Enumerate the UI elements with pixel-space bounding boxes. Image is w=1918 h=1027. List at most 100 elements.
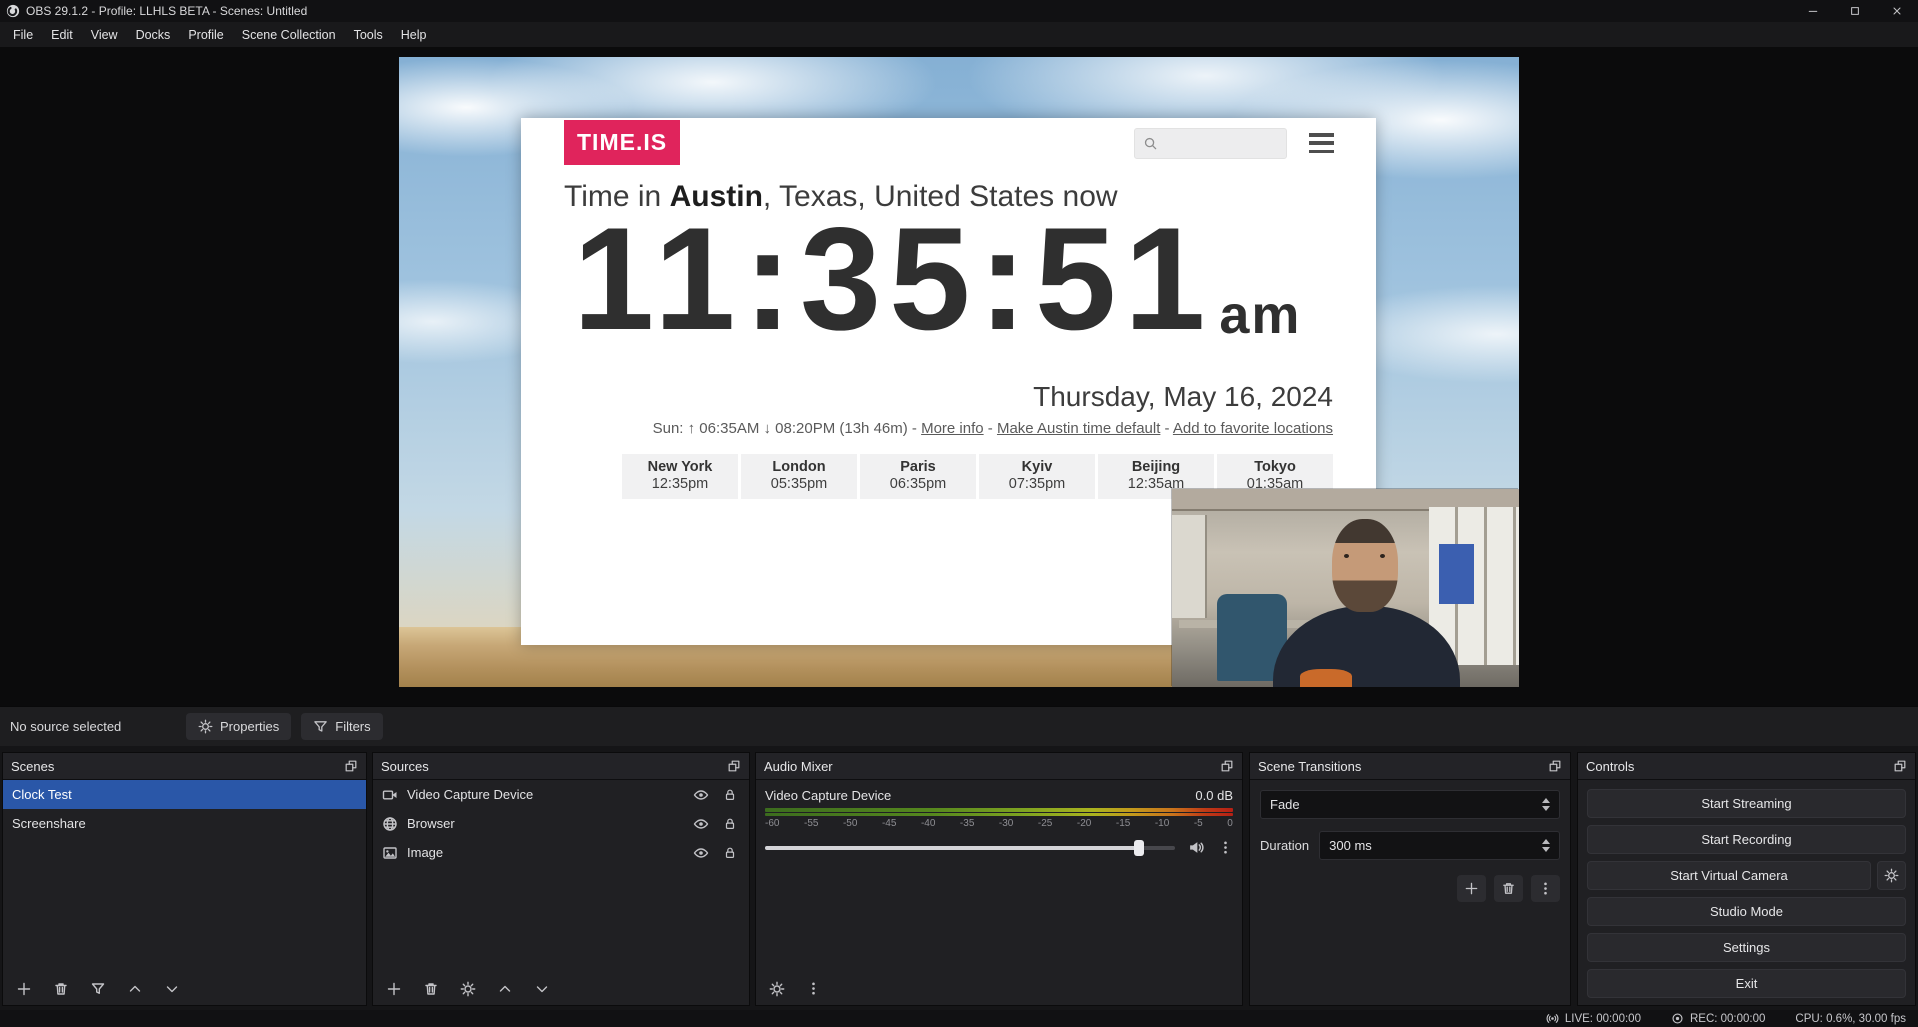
- sources-dock-title: Sources: [381, 759, 429, 774]
- video-frame[interactable]: TIME.IS Time in Austin, Texas, United St…: [399, 57, 1519, 687]
- minimize-button[interactable]: [1792, 0, 1834, 22]
- scene-transitions-dock: Scene Transitions Fade Duration 300 ms: [1249, 752, 1571, 1006]
- mixer-options-button[interactable]: [800, 976, 827, 1002]
- video-capture-icon: [382, 787, 398, 803]
- window-controls: [1792, 0, 1918, 22]
- gear-icon: [1884, 868, 1899, 883]
- lock-icon[interactable]: [723, 788, 737, 802]
- dock-popout-icon[interactable]: [1893, 759, 1907, 773]
- filters-button[interactable]: Filters: [301, 713, 382, 740]
- audio-mixer-title: Audio Mixer: [764, 759, 833, 774]
- controls-dock-header: Controls: [1578, 753, 1915, 780]
- menu-view[interactable]: View: [82, 24, 127, 46]
- move-source-up-button[interactable]: [491, 976, 518, 1002]
- mixer-db-value: 0.0 dB: [1195, 788, 1233, 803]
- add-source-button[interactable]: [380, 976, 407, 1002]
- start-streaming-button[interactable]: Start Streaming: [1587, 789, 1906, 818]
- preview-canvas[interactable]: TIME.IS Time in Austin, Texas, United St…: [0, 47, 1918, 706]
- visibility-icon[interactable]: [693, 787, 709, 803]
- menu-file[interactable]: File: [4, 24, 42, 46]
- visibility-icon[interactable]: [693, 845, 709, 861]
- status-bar: LIVE: 00:00:00 REC: 00:00:00 CPU: 0.6%, …: [0, 1010, 1918, 1027]
- sources-dock: Sources Video Capture Device Browser: [372, 752, 750, 1006]
- volume-slider[interactable]: [765, 846, 1175, 850]
- virtual-camera-settings-button[interactable]: [1877, 861, 1906, 890]
- source-item-video-capture[interactable]: Video Capture Device: [373, 780, 749, 809]
- image-source-icon: [382, 845, 398, 861]
- source-item-browser[interactable]: Browser: [373, 809, 749, 838]
- controls-dock-title: Controls: [1586, 759, 1634, 774]
- filters-icon: [313, 719, 328, 734]
- visibility-icon[interactable]: [693, 816, 709, 832]
- webcam-window: [1172, 515, 1207, 618]
- mixer-channel: Video Capture Device 0.0 dB -60-55-50-45…: [756, 780, 1242, 856]
- remove-transition-button[interactable]: [1494, 875, 1523, 902]
- move-source-down-button[interactable]: [528, 976, 555, 1002]
- add-transition-button[interactable]: [1457, 875, 1486, 902]
- volume-slider-handle[interactable]: [1134, 840, 1144, 856]
- sources-toolbar: [373, 972, 749, 1005]
- duration-spinner[interactable]: 300 ms: [1319, 831, 1560, 860]
- timeis-sun-line: Sun: ↑ 06:35AM ↓ 08:20PM (13h 46m) - Mor…: [653, 420, 1333, 437]
- dock-popout-icon[interactable]: [344, 759, 358, 773]
- menu-scene-collection[interactable]: Scene Collection: [233, 24, 345, 46]
- chevron-updown-icon: [1542, 798, 1550, 811]
- dock-popout-icon[interactable]: [1220, 759, 1234, 773]
- transition-options-button[interactable]: [1531, 875, 1560, 902]
- mute-toggle-icon[interactable]: [1188, 839, 1205, 856]
- sources-list: Video Capture Device Browser Image: [373, 780, 749, 1005]
- scene-item-screenshare[interactable]: Screenshare: [3, 809, 366, 838]
- remove-source-button[interactable]: [417, 976, 444, 1002]
- menu-help[interactable]: Help: [392, 24, 436, 46]
- scenes-dock-title: Scenes: [11, 759, 54, 774]
- scenes-dock-header: Scenes: [3, 753, 366, 780]
- webcam-orange-object: [1300, 669, 1352, 687]
- menu-bar: File Edit View Docks Profile Scene Colle…: [0, 22, 1918, 47]
- source-status-label: No source selected: [10, 719, 186, 734]
- settings-button[interactable]: Settings: [1587, 933, 1906, 962]
- source-item-image[interactable]: Image: [373, 838, 749, 867]
- advanced-audio-button[interactable]: [763, 976, 790, 1002]
- lock-icon[interactable]: [723, 846, 737, 860]
- sources-dock-header: Sources: [373, 753, 749, 780]
- city-card: London05:35pm: [741, 454, 857, 499]
- add-scene-button[interactable]: [10, 976, 37, 1002]
- remove-scene-button[interactable]: [47, 976, 74, 1002]
- cpu-fps-stats: CPU: 0.6%, 30.00 fps: [1795, 1013, 1906, 1025]
- dock-area: Scenes Clock Test Screenshare Sources Vi…: [0, 746, 1918, 1010]
- exit-button[interactable]: Exit: [1587, 969, 1906, 998]
- menu-profile[interactable]: Profile: [179, 24, 232, 46]
- timeis-search-input: [1134, 128, 1287, 159]
- webcam-person-eyes: [1344, 554, 1386, 562]
- webcam-overlay: [1172, 489, 1519, 687]
- timeis-logo: TIME.IS: [564, 120, 680, 165]
- menu-edit[interactable]: Edit: [42, 24, 82, 46]
- lock-icon[interactable]: [723, 817, 737, 831]
- obs-logo-icon: [6, 4, 20, 18]
- move-scene-down-button[interactable]: [158, 976, 185, 1002]
- chevron-updown-icon: [1542, 839, 1550, 852]
- properties-button[interactable]: Properties: [186, 713, 291, 740]
- timeis-clock: 11:35:51 am: [573, 206, 1301, 352]
- options-icon[interactable]: [1218, 840, 1233, 855]
- move-scene-up-button[interactable]: [121, 976, 148, 1002]
- maximize-button[interactable]: [1834, 0, 1876, 22]
- scene-filters-button[interactable]: [84, 976, 111, 1002]
- scene-item-clock-test[interactable]: Clock Test: [3, 780, 366, 809]
- scenes-toolbar: [3, 972, 366, 1005]
- dock-popout-icon[interactable]: [1548, 759, 1562, 773]
- menu-tools[interactable]: Tools: [345, 24, 392, 46]
- audio-mixer-dock: Audio Mixer Video Capture Device 0.0 dB …: [755, 752, 1243, 1006]
- source-properties-button[interactable]: [454, 976, 481, 1002]
- transition-select[interactable]: Fade: [1260, 790, 1560, 819]
- rec-icon: [1671, 1012, 1684, 1025]
- audio-mixer-header: Audio Mixer: [756, 753, 1242, 780]
- studio-mode-button[interactable]: Studio Mode: [1587, 897, 1906, 926]
- close-button[interactable]: [1876, 0, 1918, 22]
- webcam-banner: [1439, 544, 1474, 603]
- start-recording-button[interactable]: Start Recording: [1587, 825, 1906, 854]
- dock-popout-icon[interactable]: [727, 759, 741, 773]
- start-virtual-camera-button[interactable]: Start Virtual Camera: [1587, 861, 1871, 890]
- add-favorite-link: Add to favorite locations: [1173, 420, 1333, 437]
- menu-docks[interactable]: Docks: [127, 24, 180, 46]
